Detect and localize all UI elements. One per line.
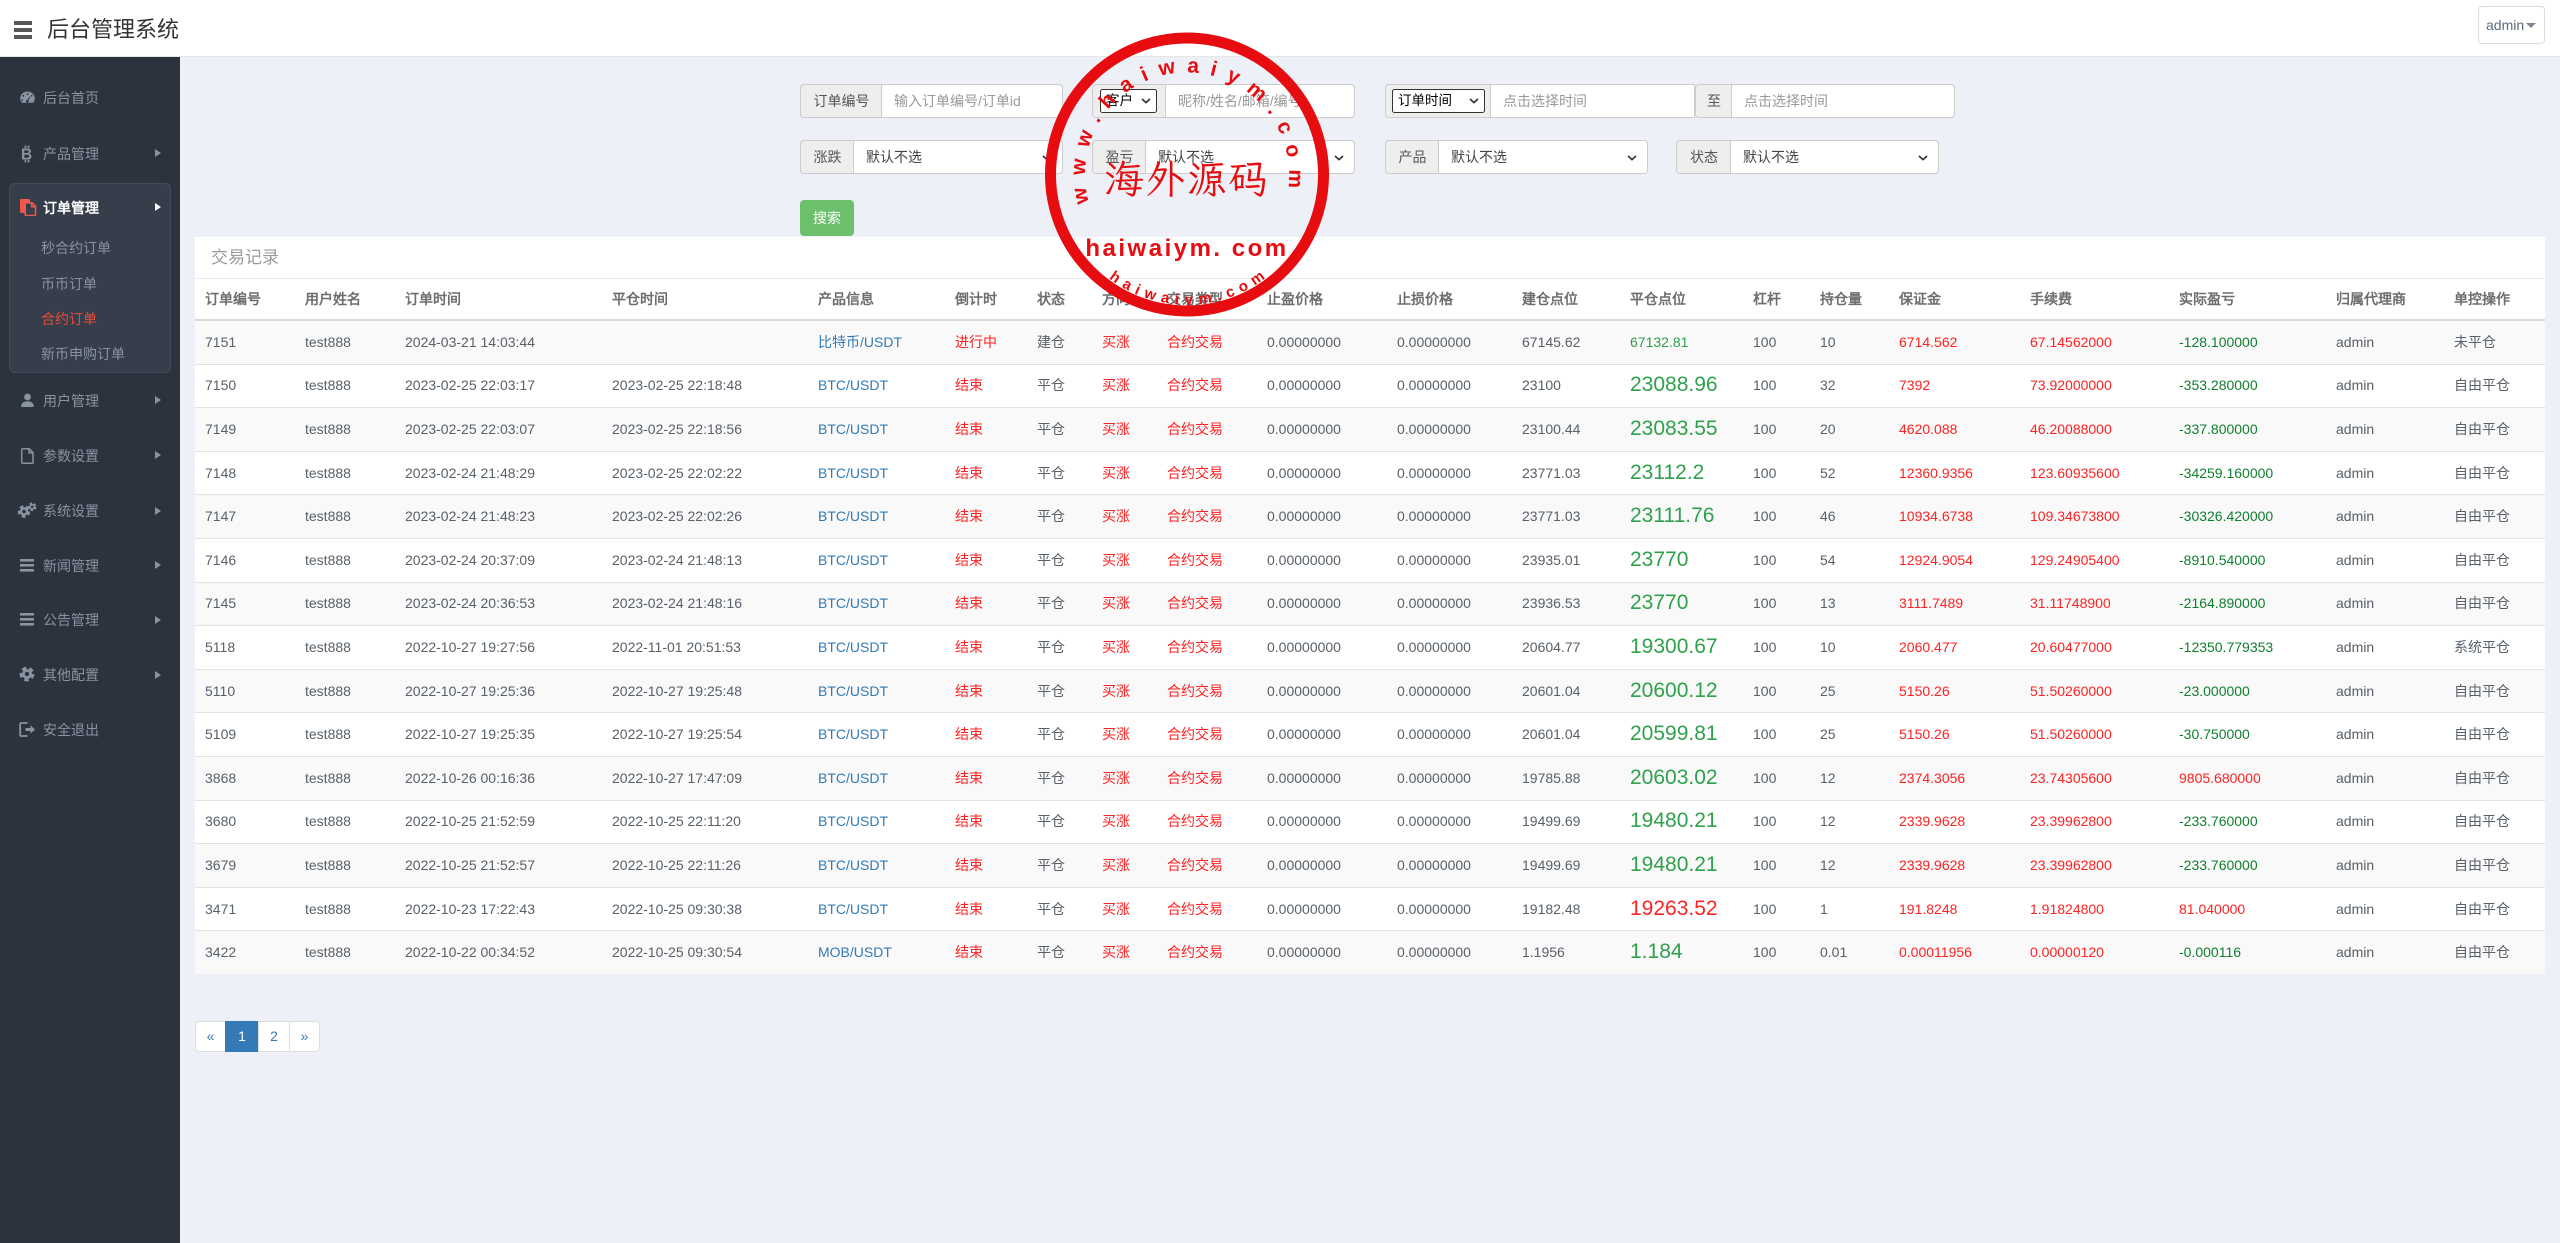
svg-text:haiwaiym. com: haiwaiym. com (1085, 235, 1288, 262)
svg-text:海外源码: 海外源码 (1104, 153, 1270, 205)
svg-text:B: B (21, 146, 32, 163)
